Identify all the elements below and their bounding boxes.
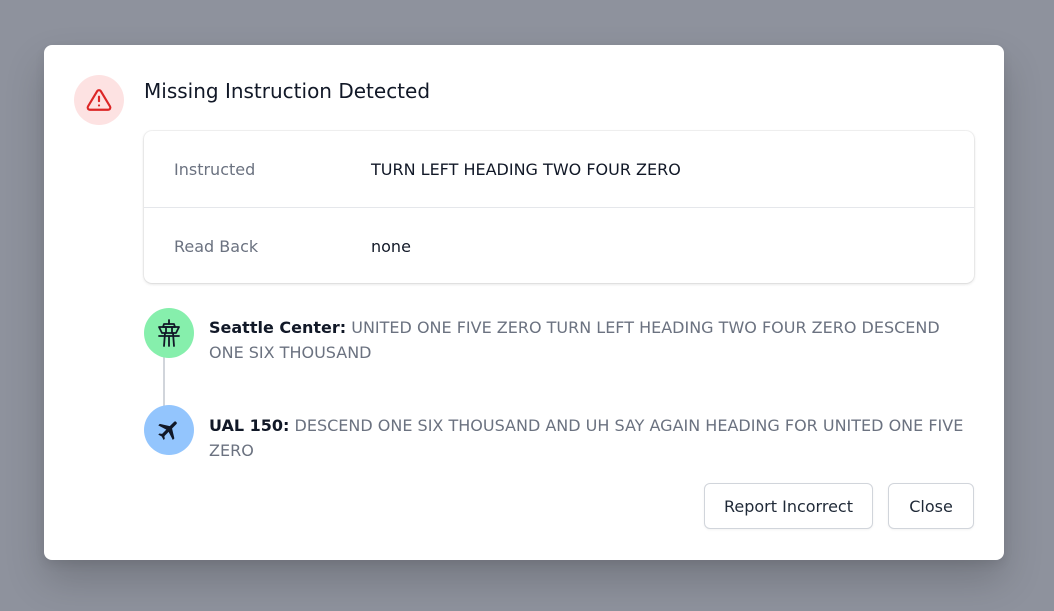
speaker-name: Seattle Center: — [209, 318, 347, 337]
speaker-name: UAL 150: — [209, 416, 290, 435]
instructed-label: Instructed — [174, 159, 256, 179]
warning-triangle-icon — [86, 89, 112, 111]
transmission-text: DESCEND ONE SIX THOUSAND AND UH SAY AGAI… — [209, 416, 964, 460]
transcript-entry: UAL 150: DESCEND ONE SIX THOUSAND AND UH… — [209, 413, 974, 463]
alert-badge — [74, 75, 124, 125]
missing-instruction-dialog: Missing Instruction Detected Instructed … — [44, 45, 1004, 560]
readback-row: Read Back none — [144, 208, 974, 283]
instruction-details-card: Instructed TURN LEFT HEADING TWO FOUR ZE… — [144, 131, 974, 283]
timeline-connector — [163, 357, 165, 407]
instructed-value: TURN LEFT HEADING TWO FOUR ZERO — [371, 159, 681, 179]
report-incorrect-button[interactable]: Report Incorrect — [704, 483, 873, 529]
readback-value: none — [371, 236, 411, 256]
airplane-icon-badge — [144, 405, 194, 455]
control-tower-icon-badge — [144, 308, 194, 358]
readback-label: Read Back — [174, 236, 259, 256]
instructed-row: Instructed TURN LEFT HEADING TWO FOUR ZE… — [144, 131, 974, 208]
transcript-entry: Seattle Center: UNITED ONE FIVE ZERO TUR… — [209, 315, 974, 365]
close-button[interactable]: Close — [888, 483, 974, 529]
dialog-title: Missing Instruction Detected — [144, 79, 431, 103]
airplane-icon — [158, 421, 177, 440]
control-tower-icon — [158, 319, 180, 347]
